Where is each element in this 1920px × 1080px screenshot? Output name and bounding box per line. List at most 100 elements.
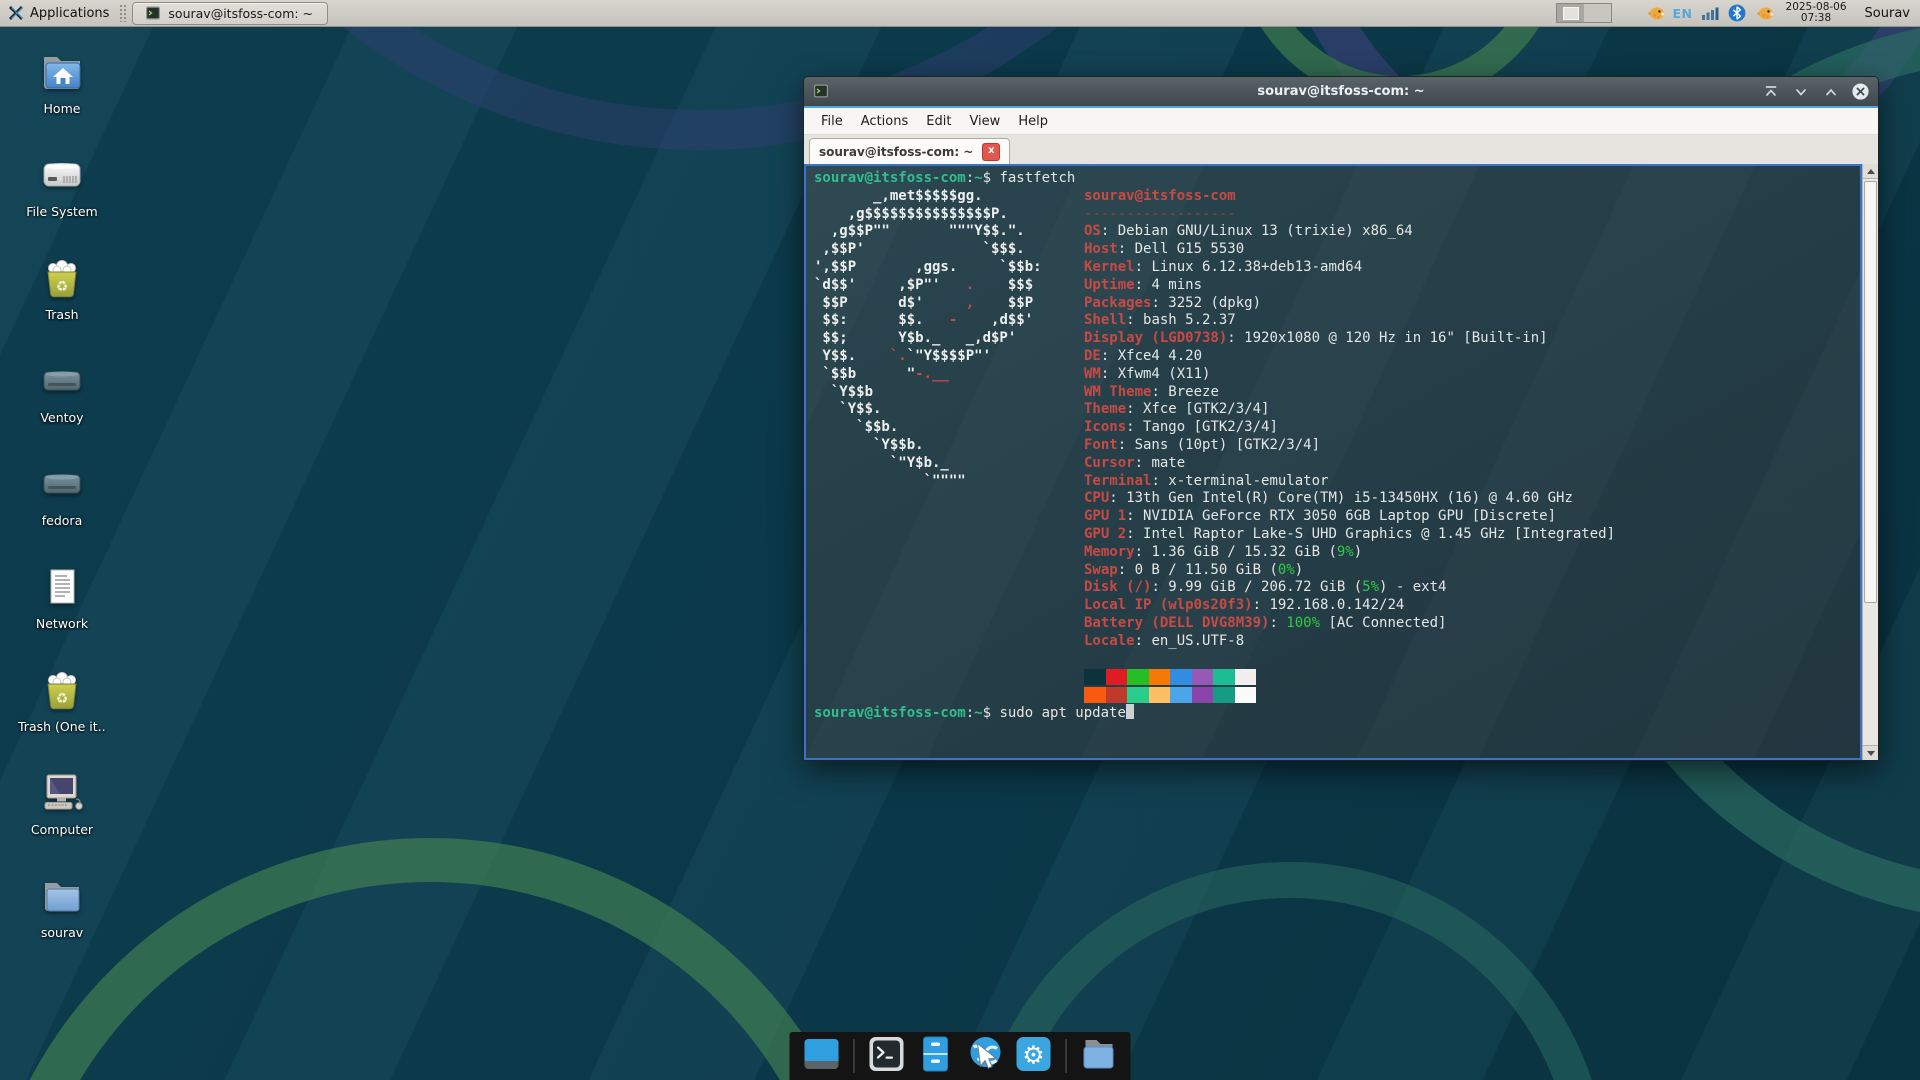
- menu-help[interactable]: Help: [1009, 114, 1057, 129]
- close-button[interactable]: [1852, 83, 1869, 100]
- desktop-icon-file-system[interactable]: File System: [18, 151, 106, 219]
- desktop-icon-label: Home: [18, 101, 106, 116]
- terminal-window-icon: [145, 5, 161, 21]
- info-line-theme: Theme: Xfce [GTK2/3/4]: [1084, 401, 1615, 419]
- info-line-host: Host: Dell G15 5530: [1084, 241, 1615, 259]
- terminal-tab[interactable]: sourav@itsfoss-com: ~ x: [809, 138, 1010, 165]
- shade-button[interactable]: [1762, 83, 1779, 100]
- info-label: Terminal: [1084, 473, 1151, 489]
- desktop-icon-computer[interactable]: Computer: [18, 769, 106, 837]
- dock-show-desktop-button[interactable]: [802, 1036, 842, 1076]
- workspace-1[interactable]: [1557, 4, 1584, 22]
- info-line-de: DE: Xfce4 4.20: [1084, 348, 1615, 366]
- info-line-uptime: Uptime: 4 mins: [1084, 277, 1615, 295]
- prompt-user: sourav@itsfoss-com: [814, 170, 966, 186]
- prompt-user: sourav@itsfoss-com: [814, 705, 966, 721]
- terminal-color-palette-row-1: [1084, 668, 1615, 686]
- palette-swatch: [1213, 687, 1235, 703]
- menubar: FileActionsEditViewHelp: [804, 108, 1878, 135]
- terminal-screen[interactable]: sourav@itsfoss-com:~$ fastfetch _,met$$$…: [804, 164, 1862, 760]
- desktop-icon-home[interactable]: Home: [18, 48, 106, 116]
- menu-actions[interactable]: Actions: [852, 114, 918, 129]
- dock-file-cabinet-button[interactable]: [916, 1036, 956, 1076]
- info-line-wm-theme: WM Theme: Breeze: [1084, 384, 1615, 402]
- minimize-button[interactable]: [1792, 83, 1809, 100]
- command-text: sudo apt update: [999, 705, 1125, 721]
- info-label: Disk (/): [1084, 579, 1151, 595]
- info-label: DE: [1084, 348, 1101, 364]
- app-indicator-fish-1-icon[interactable]: [1646, 4, 1665, 23]
- tab-close-icon[interactable]: x: [982, 143, 1000, 161]
- palette-swatch: [1149, 669, 1171, 685]
- info-label: Swap: [1084, 562, 1118, 578]
- fastfetch-title-text: sourav@itsfoss-com: [1084, 188, 1236, 204]
- dock-terminal-button[interactable]: [867, 1036, 907, 1076]
- menu-view[interactable]: View: [960, 114, 1009, 129]
- desktop-icon-trash-one-it[interactable]: ♻Trash (One it...: [18, 666, 106, 734]
- desktop-icon-fedora[interactable]: fedora: [18, 460, 106, 528]
- fastfetch-title: sourav@itsfoss-com: [1084, 188, 1615, 206]
- info-line-disk: Disk (/): 9.99 GiB / 206.72 GiB (5%) - e…: [1084, 579, 1615, 597]
- workspace-switcher: [1556, 3, 1612, 23]
- dock-web-browser-button[interactable]: [965, 1036, 1005, 1076]
- window-controls: [1762, 83, 1869, 100]
- window-titlebar[interactable]: sourav@itsfoss-com: ~: [804, 77, 1878, 106]
- panel-right-area: EN2025-08-0607:38Sourav: [1556, 2, 1920, 25]
- scrollbar-thumb[interactable]: [1864, 181, 1877, 603]
- cabinet-icon: [916, 1034, 956, 1078]
- info-line-font: Font: Sans (10pt) [GTK2/3/4]: [1084, 437, 1615, 455]
- palette-swatch: [1192, 669, 1214, 685]
- info-label: Theme: [1084, 401, 1126, 417]
- terminal-app-icon: [867, 1034, 907, 1078]
- window-titlebar-icon: [813, 83, 830, 100]
- desktop-icon-sourav[interactable]: sourav: [18, 872, 106, 940]
- home-icon: [38, 48, 86, 96]
- desktop-icon-label: Ventoy: [18, 410, 106, 425]
- maximize-button[interactable]: [1822, 83, 1839, 100]
- globe-icon: [965, 1034, 1005, 1078]
- bluetooth-icon[interactable]: [1728, 4, 1747, 23]
- menu-file[interactable]: File: [812, 114, 852, 129]
- down-arrow-icon: [1867, 751, 1875, 756]
- info-line-cursor: Cursor: mate: [1084, 455, 1615, 473]
- scrollbar-down-button[interactable]: [1863, 745, 1878, 760]
- app-indicator-fish-2-icon[interactable]: [1755, 4, 1774, 23]
- desktop-icon-trash[interactable]: ♻Trash: [18, 254, 106, 322]
- fastfetch-info: sourav@itsfoss-com------------------OS: …: [1084, 188, 1615, 704]
- palette-swatch: [1235, 687, 1257, 703]
- info-label: Memory: [1084, 544, 1135, 560]
- terminal-scrollbar[interactable]: [1862, 164, 1878, 760]
- desktop-icon-label: Computer: [18, 822, 106, 837]
- menu-edit[interactable]: Edit: [917, 114, 960, 129]
- info-line-battery-dell-dvg8m39: Battery (DELL DVG8M39): 100% [AC Connect…: [1084, 615, 1615, 633]
- info-line-kernel: Kernel: Linux 6.12.38+deb13-amd64: [1084, 259, 1615, 277]
- network-signal-icon[interactable]: [1701, 4, 1720, 23]
- applications-menu-button[interactable]: Applications: [0, 0, 117, 26]
- scrollbar-up-button[interactable]: [1863, 164, 1878, 179]
- info-label: Packages: [1084, 295, 1151, 311]
- palette-swatch: [1084, 687, 1106, 703]
- taskbar-window-button[interactable]: sourav@itsfoss-com: ~: [132, 2, 328, 25]
- drive-dark-icon: [38, 460, 86, 508]
- desktop[interactable]: Applications sourav@itsfoss-com: ~ EN 202…: [0, 0, 1920, 1080]
- dock-settings-button[interactable]: ⚙: [1014, 1036, 1054, 1076]
- info-line-cpu: CPU: 13th Gen Intel(R) Core(TM) i5-13450…: [1084, 490, 1615, 508]
- desktop-icon-label: fedora: [18, 513, 106, 528]
- workspace-2[interactable]: [1584, 4, 1611, 22]
- info-line-wm: WM: Xfwm4 (X11): [1084, 366, 1615, 384]
- clock[interactable]: 2025-08-0607:38: [1786, 2, 1847, 25]
- info-label: WM: [1084, 366, 1101, 382]
- desktop-icon-ventoy[interactable]: Ventoy: [18, 357, 106, 425]
- dock-file-manager-button[interactable]: [1079, 1036, 1119, 1076]
- workspace-window-miniature: [1563, 7, 1579, 20]
- info-label: Cursor: [1084, 455, 1135, 471]
- palette-swatch: [1106, 669, 1128, 685]
- terminal-cursor: [1126, 704, 1134, 719]
- keyboard-layout[interactable]: EN: [1673, 6, 1693, 21]
- desktop-icon-network[interactable]: Network: [18, 563, 106, 631]
- info-label: Host: [1084, 241, 1118, 257]
- scrollbar-track[interactable]: [1863, 179, 1878, 745]
- info-label: Battery (DELL DVG8M39): [1084, 615, 1269, 631]
- info-line-gpu-2: GPU 2: Intel Raptor Lake-S UHD Graphics …: [1084, 526, 1615, 544]
- drive-light-icon: [38, 151, 86, 199]
